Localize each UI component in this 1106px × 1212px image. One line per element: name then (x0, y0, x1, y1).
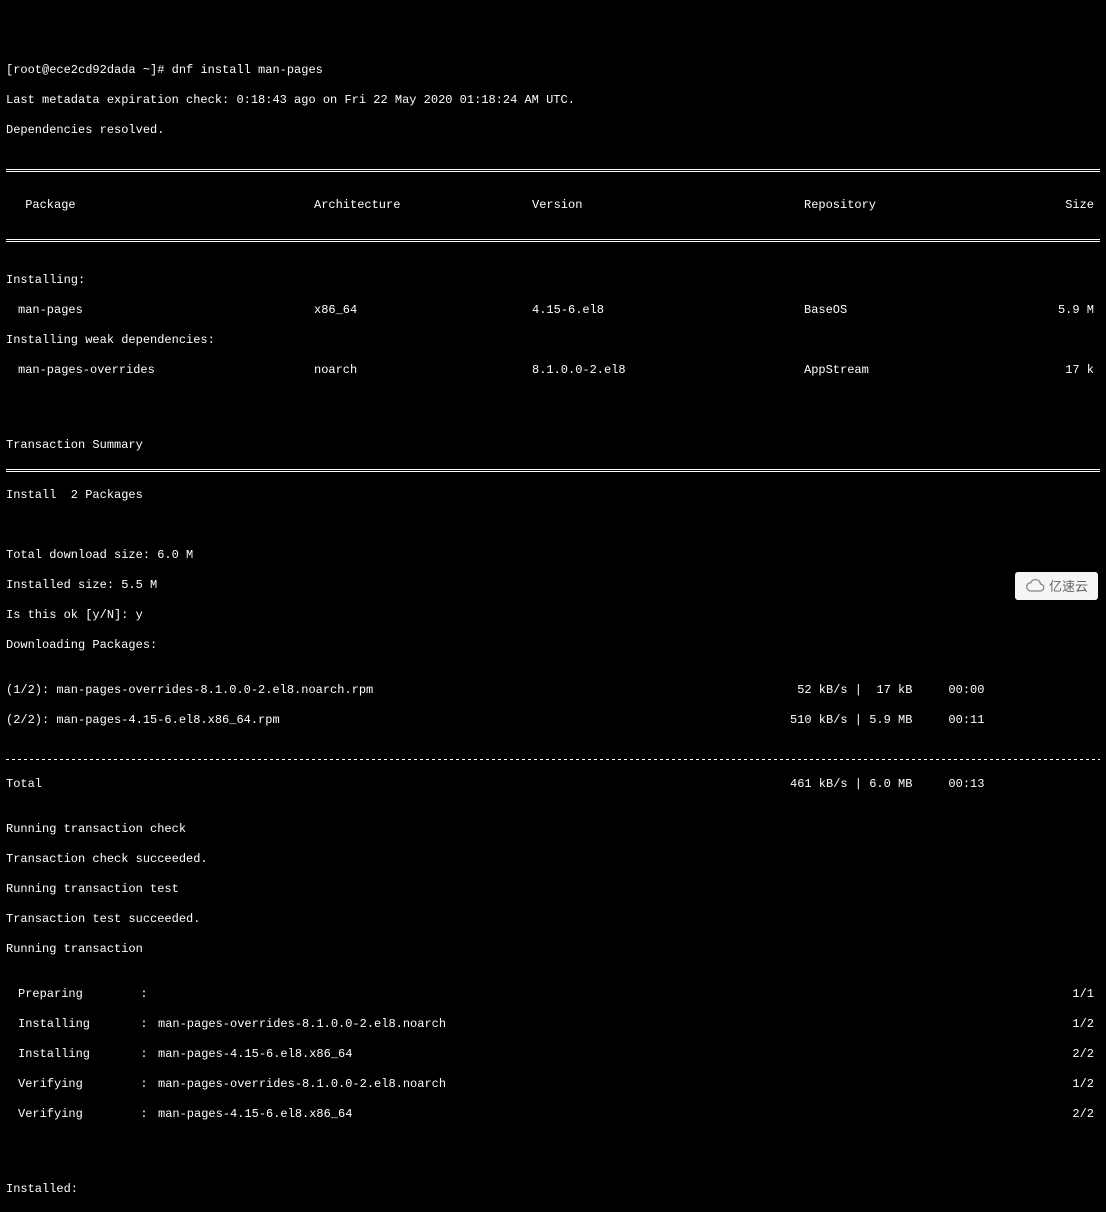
col-version: Version (532, 198, 804, 213)
pkg-name: man-pages (6, 303, 314, 318)
pkg-arch: x86_64 (314, 303, 532, 318)
col-repository: Repository (804, 198, 1042, 213)
package-row: man-pages x86_64 4.15-6.el8 BaseOS 5.9 M (6, 303, 1100, 318)
tx-test-line: Running transaction test (6, 882, 1100, 897)
tx-package (158, 987, 1050, 1002)
tx-action: Preparing : (6, 987, 158, 1002)
installed-label: Installed: (6, 1182, 1100, 1197)
col-package: Package (6, 198, 314, 213)
install-count: Install 2 Packages (6, 488, 1100, 503)
dl-file: (2/2): man-pages-4.15-6.el8.x86_64.rpm (6, 713, 790, 728)
pkg-name: man-pages-overrides (6, 363, 314, 378)
tx-action: Installing : (6, 1047, 158, 1062)
tx-action: Verifying : (6, 1077, 158, 1092)
metadata-line: Last metadata expiration check: 0:18:43 … (6, 93, 1100, 108)
rule-top (6, 169, 1100, 172)
dl-stats: 52 kB/s | 17 kB 00:00 (790, 683, 1100, 698)
tx-package: man-pages-overrides-8.1.0.0-2.el8.noarch (158, 1077, 1050, 1092)
transaction-step-row: Installing : man-pages-overrides-8.1.0.0… (6, 1017, 1100, 1032)
pkg-size: 5.9 M (1042, 303, 1100, 318)
tx-package: man-pages-4.15-6.el8.x86_64 (158, 1107, 1050, 1122)
downloading-label: Downloading Packages: (6, 638, 1100, 653)
dl-file: (1/2): man-pages-overrides-8.1.0.0-2.el8… (6, 683, 790, 698)
tx-running-line: Running transaction (6, 942, 1100, 957)
watermark-badge: 亿速云 (1015, 572, 1098, 600)
installing-label: Installing: (6, 273, 1100, 288)
tx-fraction: 2/2 (1050, 1107, 1100, 1122)
weak-deps-label: Installing weak dependencies: (6, 333, 1100, 348)
transaction-step-row: Verifying : man-pages-overrides-8.1.0.0-… (6, 1077, 1100, 1092)
pkg-repo: AppStream (804, 363, 1042, 378)
shell-prompt: [root@ece2cd92dada ~]# (6, 63, 172, 77)
tx-check-line: Running transaction check (6, 822, 1100, 837)
package-row: man-pages-overrides noarch 8.1.0.0-2.el8… (6, 363, 1100, 378)
typed-command[interactable]: dnf install man-pages (172, 63, 323, 77)
blank-line (6, 408, 1100, 423)
pkg-size: 17 k (1042, 363, 1100, 378)
confirm-prompt[interactable]: Is this ok [y/N]: y (6, 608, 1100, 623)
pkg-repo: BaseOS (804, 303, 1042, 318)
tx-action: Installing : (6, 1017, 158, 1032)
watermark-text: 亿速云 (1049, 579, 1088, 594)
transaction-step-row: Installing : man-pages-4.15-6.el8.x86_64… (6, 1047, 1100, 1062)
tx-fraction: 1/1 (1050, 987, 1100, 1002)
package-table-header: Package Architecture Version Repository … (6, 188, 1100, 223)
blank-line (6, 518, 1100, 533)
col-size: Size (1042, 198, 1100, 213)
tx-test-ok-line: Transaction test succeeded. (6, 912, 1100, 927)
rule-header-bottom (6, 239, 1100, 242)
download-progress-row: (1/2): man-pages-overrides-8.1.0.0-2.el8… (6, 683, 1100, 698)
deps-resolved-line: Dependencies resolved. (6, 123, 1100, 138)
prompt-line: [root@ece2cd92dada ~]# dnf install man-p… (6, 63, 1100, 78)
transaction-step-row: Verifying : man-pages-4.15-6.el8.x86_64 … (6, 1107, 1100, 1122)
cloud-icon (1025, 577, 1045, 595)
rule-dashed (6, 759, 1100, 760)
pkg-arch: noarch (314, 363, 532, 378)
tx-fraction: 1/2 (1050, 1017, 1100, 1032)
rule-summary (6, 469, 1100, 472)
dl-total-stats: 461 kB/s | 6.0 MB 00:13 (790, 777, 1100, 792)
download-total-row: Total 461 kB/s | 6.0 MB 00:13 (6, 777, 1100, 792)
total-download-size: Total download size: 6.0 M (6, 548, 1100, 563)
transaction-step-row: Preparing : 1/1 (6, 987, 1100, 1002)
tx-action: Verifying : (6, 1107, 158, 1122)
tx-summary-label: Transaction Summary (6, 438, 1100, 453)
tx-package: man-pages-overrides-8.1.0.0-2.el8.noarch (158, 1017, 1050, 1032)
dl-total-label: Total (6, 777, 790, 792)
tx-package: man-pages-4.15-6.el8.x86_64 (158, 1047, 1050, 1062)
blank-line (6, 1152, 1100, 1167)
pkg-ver: 4.15-6.el8 (532, 303, 804, 318)
pkg-ver: 8.1.0.0-2.el8 (532, 363, 804, 378)
installed-size: Installed size: 5.5 M (6, 578, 1100, 593)
tx-fraction: 1/2 (1050, 1077, 1100, 1092)
tx-fraction: 2/2 (1050, 1047, 1100, 1062)
col-architecture: Architecture (314, 198, 532, 213)
download-progress-row: (2/2): man-pages-4.15-6.el8.x86_64.rpm 5… (6, 713, 1100, 728)
tx-check-ok-line: Transaction check succeeded. (6, 852, 1100, 867)
dl-stats: 510 kB/s | 5.9 MB 00:11 (790, 713, 1100, 728)
